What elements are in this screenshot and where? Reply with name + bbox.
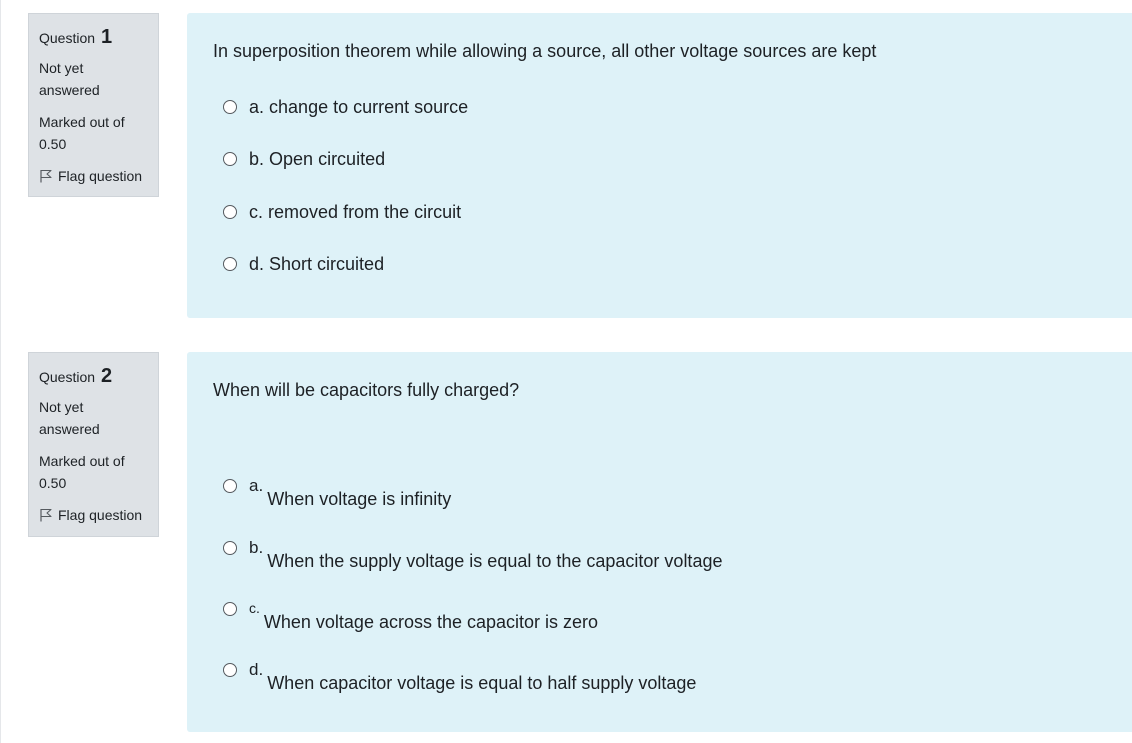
answer-letter: d. bbox=[249, 660, 264, 679]
answer-text: Short circuited bbox=[269, 254, 385, 274]
answer-text: removed from the circuit bbox=[268, 202, 462, 222]
answer-text: When voltage across the capacitor is zer… bbox=[263, 612, 599, 632]
flag-icon bbox=[40, 169, 52, 183]
radio-unchecked-icon[interactable] bbox=[223, 479, 237, 493]
answer-option-b[interactable]: b. When the supply voltage is equal to t… bbox=[223, 538, 722, 573]
answer-option-d[interactable]: d. When capacitor voltage is equal to ha… bbox=[223, 660, 696, 695]
radio-unchecked-icon[interactable] bbox=[223, 205, 237, 219]
question-number-value: 2 bbox=[100, 365, 113, 387]
answer-letter: c. bbox=[249, 202, 264, 222]
question-number: Question 1 bbox=[39, 24, 148, 51]
answer-option-c[interactable]: c. removed from the circuit bbox=[223, 200, 461, 224]
question-info-panel: Question 1 Not yet answered Marked out o… bbox=[28, 13, 159, 197]
flag-icon bbox=[40, 508, 52, 522]
radio-unchecked-icon[interactable] bbox=[223, 663, 237, 677]
answer-option-a[interactable]: a. change to current source bbox=[223, 95, 468, 119]
quiz-page: Question 1 Not yet answered Marked out o… bbox=[0, 0, 1132, 743]
question-grade-line1: Marked out of bbox=[39, 114, 125, 130]
answer-letter: a. bbox=[249, 476, 264, 495]
question-grade-line2: 0.50 bbox=[39, 475, 67, 491]
question-grade: Marked out of 0.50 bbox=[39, 450, 148, 494]
flag-question-label: Flag question bbox=[58, 168, 143, 184]
answer-option-a[interactable]: a. When voltage is infinity bbox=[223, 476, 451, 511]
radio-unchecked-icon[interactable] bbox=[223, 100, 237, 114]
question-state-line2: answered bbox=[39, 421, 100, 437]
question-label: Question bbox=[39, 30, 96, 46]
question-state-line2: answered bbox=[39, 82, 100, 98]
question-info-panel: Question 2 Not yet answered Marked out o… bbox=[28, 352, 159, 537]
question-grade: Marked out of 0.50 bbox=[39, 111, 148, 155]
flag-question-button[interactable]: Flag question bbox=[39, 504, 148, 526]
question-label: Question bbox=[39, 369, 96, 385]
question-state: Not yet answered bbox=[39, 57, 148, 101]
question-content: In superposition theorem while allowing … bbox=[187, 13, 1132, 318]
question-text: When will be capacitors fully charged? bbox=[213, 380, 520, 400]
answer-text: When the supply voltage is equal to the … bbox=[267, 551, 723, 571]
flag-question-label: Flag question bbox=[58, 507, 143, 523]
question-state: Not yet answered bbox=[39, 396, 148, 440]
answer-letter: b. bbox=[249, 538, 264, 557]
answer-text: Open circuited bbox=[269, 149, 386, 169]
answer-option-d[interactable]: d. Short circuited bbox=[223, 252, 384, 276]
question-number-value: 1 bbox=[100, 26, 113, 48]
answer-text: When voltage is infinity bbox=[267, 489, 452, 509]
answer-letter: a. bbox=[249, 97, 265, 117]
answer-option-c[interactable]: c. When voltage across the capacitor is … bbox=[223, 599, 598, 634]
radio-unchecked-icon[interactable] bbox=[223, 541, 237, 555]
radio-unchecked-icon[interactable] bbox=[223, 152, 237, 166]
question-grade-line1: Marked out of bbox=[39, 453, 125, 469]
answer-text: When capacitor voltage is equal to half … bbox=[267, 673, 697, 693]
answer-option-b[interactable]: b. Open circuited bbox=[223, 147, 385, 171]
answer-text: change to current source bbox=[269, 97, 469, 117]
answer-letter: c. bbox=[249, 600, 260, 616]
radio-unchecked-icon[interactable] bbox=[223, 257, 237, 271]
answer-letter: d. bbox=[249, 254, 265, 274]
question-grade-line2: 0.50 bbox=[39, 136, 67, 152]
question-state-line1: Not yet bbox=[39, 399, 84, 415]
question-content: When will be capacitors fully charged? a… bbox=[187, 352, 1132, 732]
answer-letter: b. bbox=[249, 149, 265, 169]
radio-unchecked-icon[interactable] bbox=[223, 602, 237, 616]
question-number: Question 2 bbox=[39, 363, 148, 390]
flag-question-button[interactable]: Flag question bbox=[39, 165, 148, 187]
question-text: In superposition theorem while allowing … bbox=[213, 41, 877, 61]
question-state-line1: Not yet bbox=[39, 60, 84, 76]
